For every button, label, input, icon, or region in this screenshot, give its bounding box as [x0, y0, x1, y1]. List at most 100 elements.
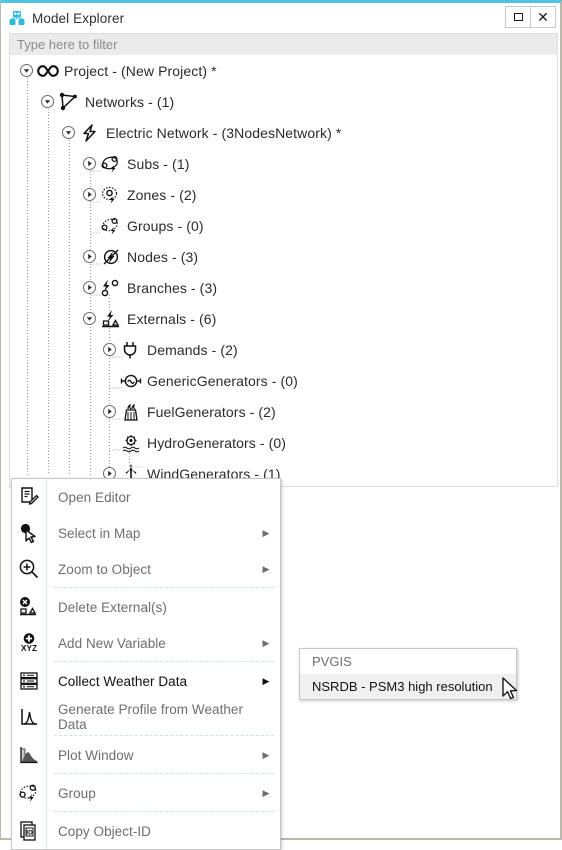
- menu-item-add-new-variable[interactable]: XYZ Add New Variable ▶: [12, 625, 280, 661]
- tree-node-label: Nodes - (3): [127, 248, 199, 265]
- tree-node-label: Project - (New Project) *: [64, 62, 217, 79]
- tree-node-label: Networks - (1): [85, 93, 175, 110]
- maximize-icon: [513, 13, 523, 21]
- menu-item-label: Group: [58, 785, 96, 801]
- edit-document-icon: [12, 486, 46, 508]
- expander-collapsed-icon[interactable]: [82, 280, 97, 295]
- branches-icon: [100, 277, 122, 299]
- network-triangle-icon: [58, 91, 80, 113]
- tree-node-nodes[interactable]: Nodes - (3): [10, 241, 557, 272]
- select-pointer-icon: [12, 522, 46, 544]
- svg-text:ID: ID: [26, 830, 33, 837]
- copy-id-icon: ID: [12, 820, 46, 842]
- menu-item-generate-profile-from-weather-data[interactable]: Generate Profile from Weather Data: [12, 699, 280, 735]
- submenu-arrow-icon: ▶: [262, 637, 270, 648]
- add-variable-xyz-icon: XYZ: [12, 632, 46, 654]
- menu-item-label: Copy Object-ID: [58, 823, 151, 839]
- svg-text:XYZ: XYZ: [21, 644, 37, 653]
- tree-node-project[interactable]: Project - (New Project) *: [10, 55, 557, 86]
- menu-item-label: Generate Profile from Weather Data: [58, 702, 244, 732]
- expander-collapsed-icon[interactable]: [102, 404, 117, 419]
- menu-item-label: Open Editor: [58, 489, 131, 505]
- menu-item-group[interactable]: Group ▶: [12, 775, 280, 811]
- expander-collapsed-icon[interactable]: [82, 249, 97, 264]
- expander-collapsed-icon[interactable]: [82, 187, 97, 202]
- model-explorer-icon: [9, 10, 25, 26]
- tree-node-networks[interactable]: Networks - (1): [10, 86, 557, 117]
- area-plot-icon: [12, 744, 46, 766]
- tree-node-label: Branches - (3): [127, 279, 218, 296]
- tree-node-label: Zones - (2): [127, 186, 197, 203]
- hydro-generator-icon: [120, 432, 142, 454]
- expander-expanded-icon[interactable]: [61, 125, 76, 140]
- menu-item-label: Delete External(s): [58, 599, 167, 615]
- tree-node-demands[interactable]: Demands - (2): [10, 334, 557, 365]
- nodes-icon: [100, 246, 122, 268]
- tree-node-externals[interactable]: Externals - (6): [10, 303, 557, 334]
- tree-node-fuel-generators[interactable]: FuelGenerators - (2): [10, 396, 557, 427]
- menu-item-open-editor[interactable]: Open Editor: [12, 479, 280, 515]
- context-menu[interactable]: Open Editor Select in Map ▶ Zoom to Obje…: [11, 478, 281, 850]
- expander-collapsed-icon[interactable]: [102, 342, 117, 357]
- menu-item-copy-object-id[interactable]: ID Copy Object-ID: [12, 813, 280, 849]
- tree-node-label: GenericGenerators - (0): [147, 372, 298, 389]
- subs-icon: [100, 153, 122, 175]
- tree-node-label: Externals - (6): [127, 310, 217, 327]
- tree-node-branches[interactable]: Branches - (3): [10, 272, 557, 303]
- zones-icon: [100, 184, 122, 206]
- submenu-item-pvgis[interactable]: PVGIS: [300, 649, 516, 674]
- magnifier-plus-icon: [12, 558, 46, 580]
- close-button[interactable]: ✕: [530, 6, 556, 28]
- window-controls: ✕: [505, 6, 556, 28]
- menu-item-collect-weather-data[interactable]: Collect Weather Data ▶: [12, 663, 280, 699]
- database-stack-icon: [12, 670, 46, 692]
- title-bar: Model Explorer ✕: [1, 3, 560, 33]
- maximize-button[interactable]: [505, 6, 531, 28]
- menu-item-select-in-map[interactable]: Select in Map ▶: [12, 515, 280, 551]
- tree-node-label: Demands - (2): [147, 341, 238, 358]
- tree-node-label: HydroGenerators - (0): [147, 434, 287, 451]
- groups-icon: [100, 215, 122, 237]
- close-icon: ✕: [537, 9, 549, 25]
- submenu-arrow-icon: ▶: [262, 787, 270, 798]
- externals-icon: [100, 308, 122, 330]
- menu-item-label: Zoom to Object: [58, 561, 151, 577]
- tree-node-subs[interactable]: Subs - (1): [10, 148, 557, 179]
- menu-item-label: Add New Variable: [58, 635, 166, 651]
- expander-expanded-icon[interactable]: [40, 94, 55, 109]
- menu-item-delete-externals[interactable]: Delete External(s): [12, 589, 280, 625]
- menu-item-plot-window[interactable]: Plot Window ▶: [12, 737, 280, 773]
- tree-node-generic-generators[interactable]: GenericGenerators - (0): [10, 365, 557, 396]
- group-nodes-icon: [12, 782, 46, 804]
- delete-external-icon: [12, 596, 46, 618]
- search-input[interactable]: [10, 36, 557, 53]
- expander-expanded-icon[interactable]: [19, 63, 34, 78]
- tree-node-label: FuelGenerators - (2): [147, 403, 276, 420]
- collect-weather-data-submenu[interactable]: PVGIS NSRDB - PSM3 high resolution: [299, 648, 517, 700]
- profile-curve-icon: [12, 706, 46, 728]
- expander-expanded-icon[interactable]: [82, 311, 97, 326]
- submenu-arrow-icon: ▶: [262, 675, 270, 686]
- menu-item-zoom-to-object[interactable]: Zoom to Object ▶: [12, 551, 280, 587]
- fuel-generator-icon: [120, 401, 142, 423]
- expander-collapsed-icon[interactable]: [82, 156, 97, 171]
- lightning-icon: [79, 122, 101, 144]
- tree-node-label: Electric Network - (3NodesNetwork) *: [106, 124, 342, 141]
- tree-node-label: Subs - (1): [127, 155, 190, 172]
- tree-node-groups[interactable]: Groups - (0): [10, 210, 557, 241]
- submenu-arrow-icon: ▶: [262, 563, 270, 574]
- menu-item-label: Plot Window: [58, 747, 134, 763]
- submenu-item-nsrdb-psm3[interactable]: NSRDB - PSM3 high resolution: [300, 674, 516, 699]
- tree-node-hydro-generators[interactable]: HydroGenerators - (0): [10, 427, 557, 458]
- generic-generator-icon: [120, 370, 142, 392]
- model-tree[interactable]: Project - (New Project) * Networks - (1): [9, 55, 558, 487]
- menu-item-label: Collect Weather Data: [58, 673, 188, 689]
- infinity-icon: [37, 60, 59, 82]
- tree-node-label: Groups - (0): [127, 217, 204, 234]
- filter-bar[interactable]: [9, 33, 558, 55]
- demand-plug-icon: [120, 339, 142, 361]
- tree-node-electric-network[interactable]: Electric Network - (3NodesNetwork) *: [10, 117, 557, 148]
- tree-node-zones[interactable]: Zones - (2): [10, 179, 557, 210]
- window-title: Model Explorer: [32, 10, 125, 26]
- submenu-arrow-icon: ▶: [262, 527, 270, 538]
